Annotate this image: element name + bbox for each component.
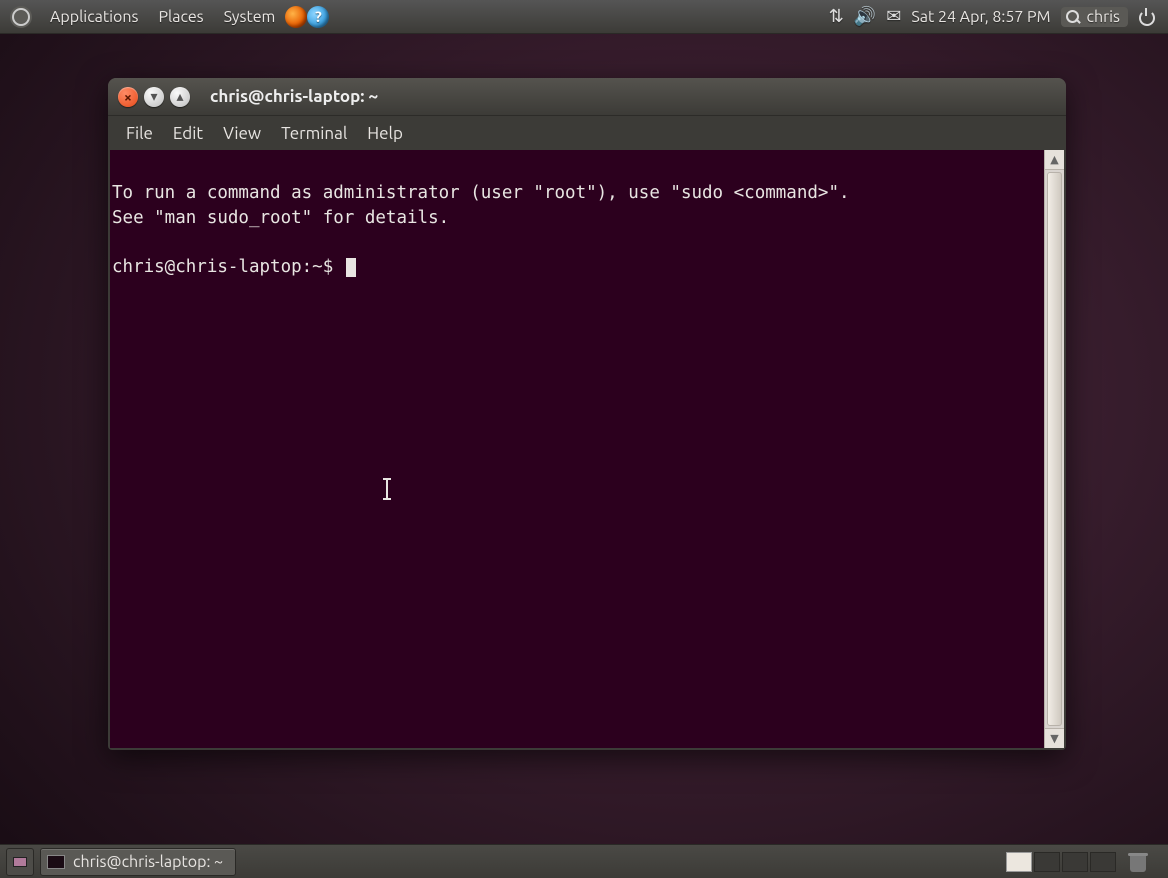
terminal-area[interactable]: To run a command as administrator (user … xyxy=(110,150,1044,748)
menu-help[interactable]: Help xyxy=(357,120,413,147)
menu-file[interactable]: File xyxy=(116,120,163,147)
window-menubar: File Edit View Terminal Help xyxy=(108,116,1066,150)
workspace-4[interactable] xyxy=(1090,852,1116,872)
username-label: chris xyxy=(1087,8,1120,26)
prompt: chris@chris-laptop:~$ xyxy=(112,257,344,277)
show-desktop-button[interactable] xyxy=(6,848,34,876)
top-panel: Applications Places System ? ⇅ 🔊 ✉ Sat 2… xyxy=(0,0,1168,34)
network-icon[interactable]: ⇅ xyxy=(829,6,844,27)
workspace-switcher[interactable] xyxy=(1006,850,1168,874)
scroll-down-button[interactable]: ▼ xyxy=(1045,728,1064,748)
text-cursor-icon xyxy=(386,478,388,500)
help-icon[interactable]: ? xyxy=(307,6,329,28)
window-title: chris@chris-laptop: ~ xyxy=(210,87,378,106)
scroll-thumb[interactable] xyxy=(1047,172,1062,726)
bottom-panel: chris@chris-laptop: ~ xyxy=(0,844,1168,878)
menu-edit[interactable]: Edit xyxy=(163,120,213,147)
firefox-icon[interactable] xyxy=(285,6,307,28)
taskbar-label: chris@chris-laptop: ~ xyxy=(73,853,223,871)
motd-line: To run a command as administrator (user … xyxy=(112,183,850,203)
minimize-button[interactable]: ▾ xyxy=(144,87,164,107)
ubuntu-logo-icon[interactable] xyxy=(10,6,32,28)
window-titlebar[interactable]: × ▾ ▴ chris@chris-laptop: ~ xyxy=(108,78,1066,116)
motd-line: See "man sudo_root" for details. xyxy=(112,208,449,228)
workspace-2[interactable] xyxy=(1034,852,1060,872)
user-menu[interactable]: chris xyxy=(1061,7,1128,27)
trash-icon[interactable] xyxy=(1126,850,1150,874)
menu-terminal[interactable]: Terminal xyxy=(271,120,357,147)
scrollbar[interactable]: ▲ ▼ xyxy=(1044,150,1064,748)
mail-icon[interactable]: ✉ xyxy=(886,6,901,27)
scroll-up-button[interactable]: ▲ xyxy=(1045,150,1064,170)
places-menu[interactable]: Places xyxy=(148,8,213,26)
terminal-window: × ▾ ▴ chris@chris-laptop: ~ File Edit Vi… xyxy=(108,78,1066,750)
search-icon xyxy=(1065,9,1081,25)
maximize-button[interactable]: ▴ xyxy=(170,87,190,107)
clock[interactable]: Sat 24 Apr, 8:57 PM xyxy=(911,8,1050,26)
power-icon[interactable] xyxy=(1138,8,1156,26)
menu-view[interactable]: View xyxy=(213,120,271,147)
workspace-1[interactable] xyxy=(1006,852,1032,872)
block-cursor-icon xyxy=(346,258,356,277)
terminal-icon xyxy=(47,855,65,869)
workspace-3[interactable] xyxy=(1062,852,1088,872)
taskbar-entry-terminal[interactable]: chris@chris-laptop: ~ xyxy=(40,848,236,876)
volume-icon[interactable]: 🔊 xyxy=(854,6,876,27)
applications-menu[interactable]: Applications xyxy=(40,8,148,26)
close-button[interactable]: × xyxy=(118,87,138,107)
system-menu[interactable]: System xyxy=(214,8,286,26)
